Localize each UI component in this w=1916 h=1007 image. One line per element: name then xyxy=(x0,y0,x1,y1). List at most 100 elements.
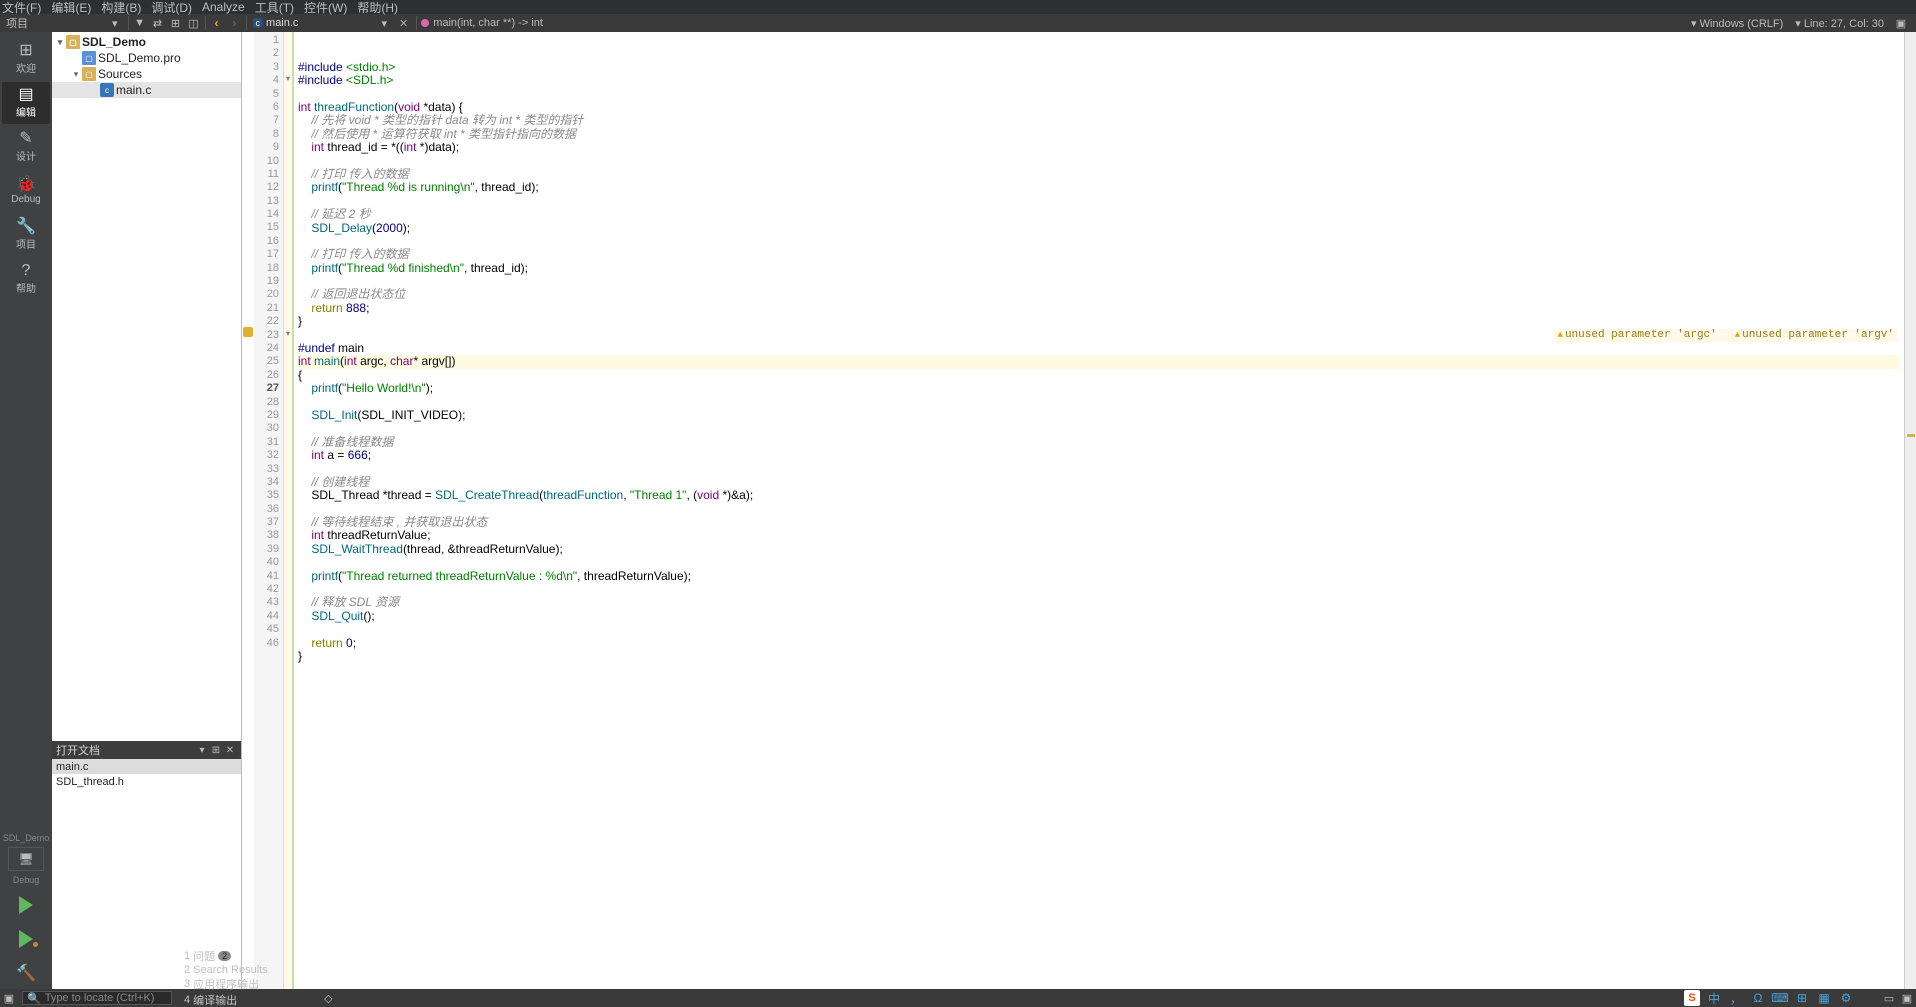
mode-edit[interactable]: ▤编辑 xyxy=(2,82,50,124)
run-button[interactable] xyxy=(8,891,44,919)
c-file-icon: c xyxy=(100,83,114,97)
sogou-ime-icon[interactable]: S xyxy=(1684,990,1700,1006)
output-dropdown-icon[interactable]: ◇ xyxy=(319,992,337,1005)
apps-icon[interactable]: ▦ xyxy=(1816,990,1832,1006)
search-icon: 🔍 xyxy=(27,992,41,1005)
inline-warning[interactable]: unused parameter 'argc' xyxy=(1558,329,1717,342)
tree-project-root[interactable]: ▾ ▢ SDL_Demo xyxy=(52,34,241,50)
toggle-sidebar-icon[interactable]: ▣ xyxy=(0,992,18,1005)
function-icon xyxy=(421,19,429,27)
nav-forward-icon[interactable]: › xyxy=(227,15,243,31)
symbol-breadcrumb[interactable]: main(int, char **) -> int xyxy=(421,17,543,29)
line-number-gutter: 1234567891011121314151617181920212223242… xyxy=(254,32,284,989)
pencil-icon: ✎ xyxy=(19,131,32,147)
project-selector-dropdown-icon[interactable]: ▾ xyxy=(32,17,126,30)
status-bar: ▣ 🔍 Type to locate (Ctrl+K) 1 问题22 Searc… xyxy=(0,989,1916,1007)
nav-back-icon[interactable]: ‹ xyxy=(209,15,225,31)
project-selector-label: 项目 xyxy=(0,15,32,31)
ime-lang-icon[interactable]: 中 xyxy=(1706,990,1722,1006)
inline-warnings[interactable]: unused parameter 'argc' unused parameter… xyxy=(1554,329,1898,342)
play-icon xyxy=(19,896,33,914)
encoding-selector[interactable]: ▾ Windows (CRLF) xyxy=(1687,17,1787,30)
tree-node-label: SDL_Demo.pro xyxy=(98,51,181,65)
sidebar-toggle-icon[interactable]: ▣ xyxy=(1893,15,1909,31)
toolbar-separator xyxy=(246,16,247,30)
mode-design[interactable]: ✎设计 xyxy=(2,126,50,168)
build-button[interactable]: 🔨 xyxy=(8,959,44,987)
open-documents-title: 打开文档 xyxy=(56,742,100,758)
system-tray: S 中 ， Ω ⌨ ⊞ ▦ ⚙ xyxy=(1684,990,1860,1006)
bug-icon: 🐞 xyxy=(16,177,36,193)
menu-analyze[interactable]: Analyze xyxy=(202,0,245,14)
keyboard-icon[interactable]: ⌨ xyxy=(1772,990,1788,1006)
output-tab[interactable]: 4 编译输出 xyxy=(176,992,319,1007)
toolbar-separator xyxy=(205,16,206,30)
inline-warning[interactable]: unused parameter 'argv' xyxy=(1735,329,1894,342)
tree-pro-file[interactable]: ▢ SDL_Demo.pro xyxy=(52,50,241,66)
edit-icon: ▤ xyxy=(18,87,33,103)
warning-indicator[interactable] xyxy=(1907,434,1915,437)
progress-icon[interactable]: ▭ xyxy=(1880,992,1898,1005)
expand-icon[interactable]: ▾ xyxy=(70,69,82,80)
menu-bar: 文件(F) 编辑(E) 构建(B) 调试(D) Analyze 工具(T) 控件… xyxy=(0,0,1916,14)
locator-placeholder: Type to locate (Ctrl+K) xyxy=(45,992,155,1004)
menu-widgets[interactable]: 控件(W) xyxy=(304,0,347,16)
mode-help[interactable]: ?帮助 xyxy=(2,258,50,300)
editor-toolbar: 项目 ▾ ▼ ⇄ ⊞ ◫ ‹ › c main.c ▾ ✕ main(int, … xyxy=(0,14,1916,32)
dropdown-icon[interactable]: ▾ xyxy=(195,745,209,756)
punct-icon[interactable]: ， xyxy=(1728,990,1744,1006)
code-editor[interactable]: 1234567891011121314151617181920212223242… xyxy=(242,32,1916,989)
add-icon[interactable]: ⊞ xyxy=(168,15,184,31)
toolbar-separator xyxy=(416,16,417,30)
grid-icon[interactable]: ⊞ xyxy=(1794,990,1810,1006)
run-debug-button[interactable] xyxy=(8,925,44,953)
kit-selector[interactable]: 🖥 xyxy=(8,847,44,871)
file-dropdown-icon[interactable]: ▾ xyxy=(301,17,391,30)
close-file-icon[interactable]: ✕ xyxy=(395,17,412,30)
project-tree[interactable]: ▾ ▢ SDL_Demo ▢ SDL_Demo.pro ▾ ▢ Sources … xyxy=(52,32,241,741)
filter-icon[interactable]: ▼ xyxy=(132,15,148,31)
tree-node-label: Sources xyxy=(98,67,142,81)
linecol-selector[interactable]: ▾ Line: 27, Col: 30 xyxy=(1791,17,1888,30)
menu-help[interactable]: 帮助(H) xyxy=(357,0,398,16)
code-area[interactable]: #include <stdio.h>#include <SDL.h>int th… xyxy=(294,32,1904,989)
open-file-chip[interactable]: c main.c ▾ xyxy=(249,17,395,30)
mode-debug[interactable]: 🐞Debug xyxy=(2,170,50,212)
open-doc-item[interactable]: SDL_thread.h xyxy=(52,774,241,789)
menu-file[interactable]: 文件(F) xyxy=(2,0,41,16)
tree-sources-folder[interactable]: ▾ ▢ Sources xyxy=(52,66,241,82)
expand-icon[interactable]: ▾ xyxy=(54,37,66,48)
scrollbar-indicator[interactable] xyxy=(1904,32,1916,989)
mode-bar: ⊞欢迎 ▤编辑 ✎设计 🐞Debug 🔧项目 ?帮助 SDL_Demo 🖥 De… xyxy=(0,32,52,989)
tree-node-label: main.c xyxy=(116,83,151,97)
mode-projects[interactable]: 🔧项目 xyxy=(2,214,50,256)
mode-welcome[interactable]: ⊞欢迎 xyxy=(2,38,50,80)
folder-icon: ▢ xyxy=(82,67,96,81)
play-debug-icon xyxy=(19,930,33,948)
tree-main-c[interactable]: c main.c xyxy=(52,82,241,98)
menu-debug[interactable]: 调试(D) xyxy=(151,0,192,16)
menu-build[interactable]: 构建(B) xyxy=(101,0,141,16)
symbol-breadcrumb-text: main(int, char **) -> int xyxy=(433,17,543,29)
marker-column xyxy=(242,32,254,989)
monitor-icon: 🖥 xyxy=(18,852,33,866)
close-panel-icon[interactable]: ✕ xyxy=(223,745,237,756)
link-icon[interactable]: ⇄ xyxy=(150,15,166,31)
pro-file-icon: ▢ xyxy=(82,51,96,65)
open-documents-header: 打开文档 ▾ ⊞ ✕ xyxy=(52,741,241,759)
toggle-right-sidebar-icon[interactable]: ▣ xyxy=(1898,992,1916,1005)
split-icon[interactable]: ◫ xyxy=(186,15,202,31)
open-doc-item[interactable]: main.c xyxy=(52,759,241,774)
fold-column[interactable]: ▾▾ xyxy=(284,32,294,989)
locator-input[interactable]: 🔍 Type to locate (Ctrl+K) xyxy=(22,991,172,1005)
gear-icon[interactable]: ⚙ xyxy=(1838,990,1854,1006)
folder-icon: ▢ xyxy=(66,35,80,49)
menu-edit[interactable]: 编辑(E) xyxy=(51,0,91,16)
add-split-icon[interactable]: ⊞ xyxy=(209,745,223,756)
tree-node-label: SDL_Demo xyxy=(82,35,146,49)
omega-icon[interactable]: Ω xyxy=(1750,990,1766,1006)
menu-tools[interactable]: 工具(T) xyxy=(255,0,294,16)
kit-project-label: SDL_Demo xyxy=(3,833,50,843)
wrench-icon: 🔧 xyxy=(16,219,36,235)
grid-icon: ⊞ xyxy=(19,43,32,59)
